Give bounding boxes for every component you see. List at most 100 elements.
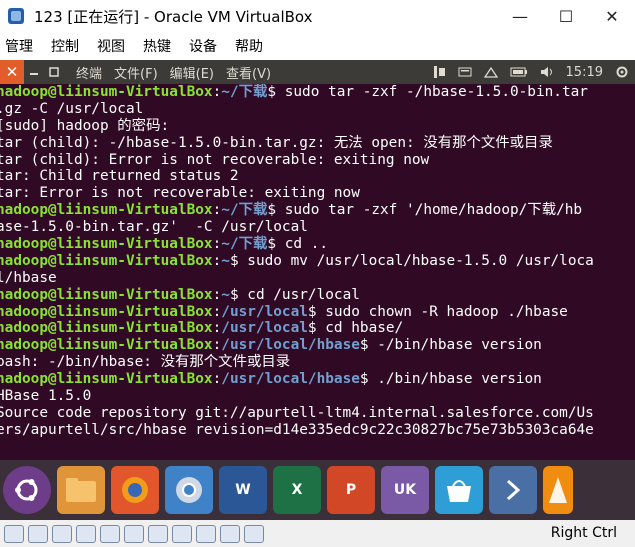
network-icon[interactable]: [483, 65, 498, 79]
menu-control[interactable]: 控制: [51, 36, 79, 56]
terminal-text: .gz -C /usr/local: [0, 100, 144, 117]
terminal-line: ers/apurtell/src/hbase revision=d14e335e…: [0, 422, 635, 439]
excel-icon[interactable]: X: [273, 466, 321, 514]
uk-bag-icon[interactable]: UK: [381, 466, 429, 514]
terminal-line: hadoop@liinsum-VirtualBox:/usr/local/hba…: [0, 371, 635, 388]
terminal-text: $ cd /usr/local: [229, 286, 360, 303]
prompt-path: ~/下载: [221, 84, 268, 100]
terminal-line: tar: Child returned status 2: [0, 168, 635, 185]
terminal-text: :: [212, 236, 222, 253]
firefox-icon[interactable]: [111, 466, 159, 514]
menu-help[interactable]: 帮助: [235, 36, 263, 56]
window-titlebar: 123 [正在运行] - Oracle VM VirtualBox — ☐ ✕: [0, 0, 635, 32]
menu-view[interactable]: 视图: [97, 36, 125, 56]
terminal-text: $ sudo mv /usr/local/hbase-1.5.0 /usr/lo…: [229, 252, 594, 269]
prompt-path: /usr/local/hbase: [221, 371, 360, 388]
usb-icon[interactable]: [100, 524, 120, 543]
prompt-user: hadoop@liinsum-VirtualBox: [0, 202, 213, 219]
menu-manage[interactable]: 管理: [5, 36, 33, 56]
terminal-line: tar (child): Error is not recoverable: e…: [0, 152, 635, 169]
terminal-text: tar: Error is not recoverable: exiting n…: [0, 185, 360, 202]
terminal-text: $ sudo chown -R hadoop ./hbase: [307, 303, 568, 320]
panel-menu-edit[interactable]: 编辑(E): [170, 63, 214, 82]
cpu-icon[interactable]: [196, 524, 216, 543]
battery-icon[interactable]: [510, 66, 528, 78]
input-method-icon[interactable]: [432, 65, 446, 79]
terminal-line: tar: Error is not recoverable: exiting n…: [0, 185, 635, 202]
prompt-path: ~/下载: [221, 236, 268, 253]
hard-disk-icon[interactable]: [4, 524, 24, 543]
panel-menu-terminal[interactable]: 终端: [76, 63, 102, 82]
terminal-text: :: [212, 303, 222, 320]
launcher-dock: W X P UK: [0, 460, 635, 520]
prompt-path: /usr/local: [221, 320, 308, 337]
terminal-text: $ sudo tar -zxf '/home/hadoop/下载/hb: [267, 202, 583, 219]
terminal-close-icon[interactable]: ✕: [0, 60, 24, 84]
chromium-icon[interactable]: [165, 466, 213, 514]
powerpoint-icon[interactable]: P: [327, 466, 375, 514]
vm-menubar: 管理 控制 视图 热键 设备 帮助: [0, 32, 635, 60]
word-icon[interactable]: W: [219, 466, 267, 514]
terminal-line: hadoop@liinsum-VirtualBox:/usr/local/hba…: [0, 337, 635, 354]
files-icon[interactable]: [57, 466, 105, 514]
minimize-button[interactable]: —: [497, 0, 543, 32]
terminal-text: $ cd ..: [267, 236, 329, 253]
clock[interactable]: 15:19: [566, 65, 603, 80]
terminal-text: $ sudo tar -zxf -/hbase-1.5.0-bin.tar: [267, 84, 588, 100]
ubuntu-icon[interactable]: [3, 466, 51, 514]
prompt-path: ~: [221, 286, 230, 303]
terminal-text: tar (child): -/hbase-1.5.0-bin.tar.gz: 无…: [0, 134, 553, 151]
terminal-line: hadoop@liinsum-VirtualBox:/usr/local$ su…: [0, 304, 635, 321]
terminal-line: hadoop@liinsum-VirtualBox:~/下载$ sudo tar…: [0, 202, 635, 219]
keyboard-capture-icon[interactable]: [244, 524, 264, 543]
terminal-output[interactable]: hadoop@liinsum-VirtualBox:~/下载$ sudo tar…: [0, 84, 635, 460]
settings-gear-icon[interactable]: [615, 65, 629, 79]
terminal-text: $ ./bin/hbase version: [359, 371, 542, 388]
terminal-line: hadoop@liinsum-VirtualBox:~/下载$ cd ..: [0, 236, 635, 253]
prompt-user: hadoop@liinsum-VirtualBox: [0, 303, 213, 320]
shared-folders-icon[interactable]: [124, 524, 144, 543]
vlc-icon[interactable]: [543, 466, 573, 514]
terminal-restore-icon[interactable]: [44, 60, 64, 84]
terminal-text: $ -/bin/hbase version: [359, 337, 542, 354]
terminal-text: :: [212, 84, 222, 100]
software-center-icon[interactable]: [435, 466, 483, 514]
terminal-text: tar (child): Error is not recoverable: e…: [0, 151, 430, 168]
terminal-text: l/hbase: [0, 269, 57, 286]
panel-menu-file[interactable]: 文件(F): [114, 63, 158, 82]
terminal-line: hadoop@liinsum-VirtualBox:~$ sudo mv /us…: [0, 253, 635, 270]
terminal-line: hadoop@liinsum-VirtualBox:~/下载$ sudo tar…: [0, 84, 635, 101]
terminal-text: ers/apurtell/src/hbase revision=d14e335e…: [0, 421, 594, 438]
panel-menu-view[interactable]: 查看(V): [226, 63, 271, 82]
prompt-user: hadoop@liinsum-VirtualBox: [0, 320, 213, 337]
window-title: 123 [正在运行] - Oracle VM VirtualBox: [34, 7, 313, 26]
mouse-integration-icon[interactable]: [220, 524, 240, 543]
close-button[interactable]: ✕: [589, 0, 635, 32]
next-arrow-icon[interactable]: [489, 466, 537, 514]
terminal-minimize-icon[interactable]: [24, 60, 44, 84]
optical-drive-icon[interactable]: [28, 524, 48, 543]
menu-devices[interactable]: 设备: [189, 36, 217, 56]
terminal-text: ase-1.5.0-bin.tar.gz' -C /usr/local: [0, 219, 308, 236]
terminal-text: :: [212, 252, 222, 269]
keyboard-icon[interactable]: [458, 65, 472, 79]
terminal-line: hadoop@liinsum-VirtualBox:/usr/local$ cd…: [0, 320, 635, 337]
video-capture-icon[interactable]: [172, 524, 192, 543]
terminal-line: tar (child): -/hbase-1.5.0-bin.tar.gz: 无…: [0, 135, 635, 152]
maximize-button[interactable]: ☐: [543, 0, 589, 32]
prompt-user: hadoop@liinsum-VirtualBox: [0, 371, 213, 388]
prompt-path: ~/下载: [221, 202, 268, 219]
network-adapter-icon[interactable]: [76, 524, 96, 543]
terminal-text: :: [212, 320, 222, 337]
host-key-label: Right Ctrl: [550, 525, 617, 541]
system-tray: 15:19: [426, 60, 635, 84]
display-icon[interactable]: [148, 524, 168, 543]
prompt-user: hadoop@liinsum-VirtualBox: [0, 286, 213, 303]
terminal-text: :: [212, 337, 222, 354]
prompt-user: hadoop@liinsum-VirtualBox: [0, 252, 213, 269]
audio-icon[interactable]: [52, 524, 72, 543]
terminal-text: :: [212, 371, 222, 388]
vbox-statusbar: Right Ctrl: [0, 520, 635, 547]
volume-icon[interactable]: [540, 65, 554, 79]
menu-hotkeys[interactable]: 热键: [143, 36, 171, 56]
